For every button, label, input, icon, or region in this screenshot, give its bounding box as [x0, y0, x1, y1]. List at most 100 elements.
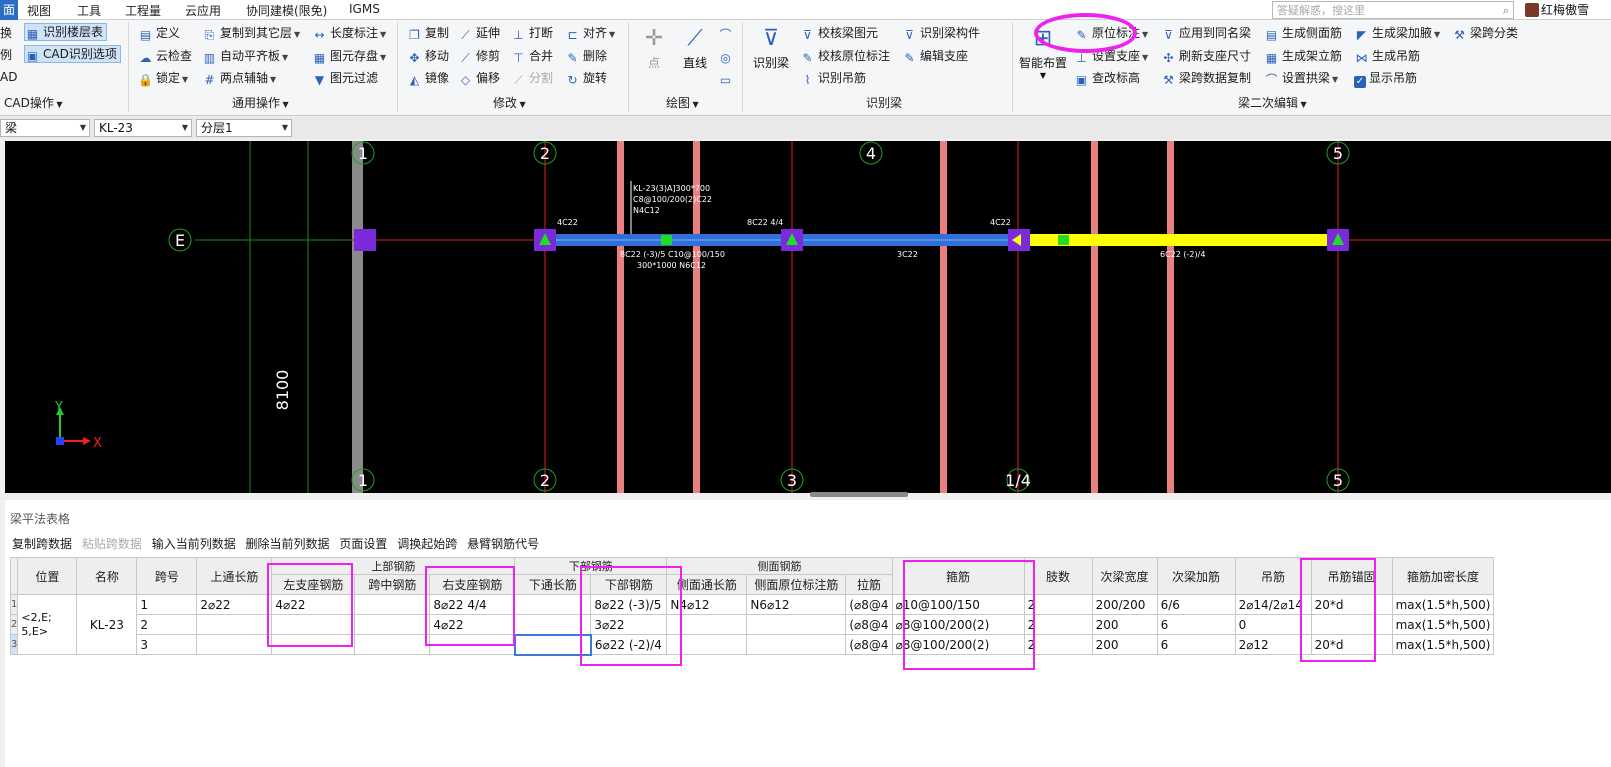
btn-extend[interactable]: ⟋ 延伸 [458, 24, 500, 42]
btn-scale[interactable]: 例 [0, 46, 12, 64]
btn-arc[interactable]: ⌒ [718, 24, 736, 42]
cell[interactable] [196, 634, 273, 655]
btn-recognize-beam[interactable]: ⊽ 识别梁 [752, 26, 790, 71]
col-header-mid-span[interactable]: 跨中钢筋 [354, 574, 431, 595]
btn-apply-same-name[interactable]: ⊽ 应用到同名梁 [1161, 24, 1251, 42]
cell[interactable]: max(1.5*h,500) [1391, 614, 1495, 635]
menu-item-tools[interactable]: 工具 [77, 2, 101, 19]
btn-split[interactable]: ⟋ 分割 [511, 69, 553, 87]
btn-switch[interactable]: 换 [0, 24, 12, 42]
btn-copy-to-layer[interactable]: ⎘ 复制到其它层 ▼ [202, 24, 300, 44]
menu-item-0[interactable]: 面 [0, 0, 19, 20]
cell[interactable] [354, 614, 431, 635]
cell[interactable]: 200 [1091, 614, 1158, 635]
btn-gen-hanger[interactable]: ⋈ 生成吊筋 [1354, 47, 1421, 65]
menu-item-igms[interactable]: IGMS [349, 2, 380, 16]
btn-recognize-hanger[interactable]: ⌇ 识别吊筋 [800, 69, 866, 87]
btn-lock[interactable]: 🔒 锁定 ▼ [138, 69, 188, 89]
btn-copy[interactable]: ❐ 复制 [407, 24, 449, 42]
cell[interactable]: (⌀8@4 [845, 594, 893, 615]
type-select[interactable]: 梁 ▼ [0, 119, 90, 137]
cell[interactable] [354, 634, 431, 655]
cell[interactable] [746, 634, 847, 655]
btn-point[interactable]: ✛ 点 [640, 26, 668, 71]
btn-copy-span-data[interactable]: ⚒ 梁跨数据复制 [1161, 69, 1251, 87]
col-header-span[interactable]: 跨号 [136, 557, 198, 595]
btn-recognize-beam-component[interactable]: ⊽ 识别梁构件 [902, 24, 980, 42]
table-row[interactable]: 1 <2,E; 5,E> KL-23 1 2⌀22 4⌀22 8⌀22 4/4 … [9, 594, 1495, 655]
cell[interactable]: max(1.5*h,500) [1391, 594, 1495, 615]
btn-input-column-data[interactable]: 输入当前列数据 [152, 537, 236, 551]
btn-circle[interactable]: ◎ [718, 47, 736, 65]
col-header-side-in-situ[interactable]: 侧面原位标注筋 [746, 574, 847, 595]
btn-trim[interactable]: ⟋ 修剪 [458, 47, 500, 65]
table-row[interactable]: 2 2 4⌀22 3⌀22 (⌀8@4 ⌀8@100/200(2) 2 200 … [9, 614, 1495, 635]
btn-refresh-support[interactable]: ✣ 刷新支座尺寸 [1161, 47, 1251, 65]
component-select[interactable]: KL-23 ▼ [94, 119, 192, 137]
cell[interactable]: 200/200 [1091, 594, 1158, 615]
btn-move[interactable]: ✥ 移动 [407, 47, 449, 65]
cell[interactable]: 6/6 [1156, 594, 1236, 615]
group-label-cad[interactable]: CAD操作 ▼ [4, 94, 63, 111]
group-label-modify[interactable]: 修改 ▼ [493, 94, 526, 111]
btn-mirror[interactable]: ◭ 镜像 [407, 69, 449, 87]
btn-rotate[interactable]: ↻ 旋转 [565, 69, 607, 87]
btn-save-element[interactable]: ▦ 图元存盘 ▼ [312, 47, 386, 67]
col-header-sec-width[interactable]: 次梁宽度 [1091, 557, 1158, 595]
search-icon[interactable]: ⌕ [1503, 3, 1509, 18]
cell-name[interactable]: KL-23 [76, 594, 138, 655]
drawing-canvas[interactable]: 1 2 4 5 1 2 3 1/4 5 E 8100 KL-23(3)A]300… [5, 141, 1611, 493]
btn-length-dim[interactable]: ↔ 长度标注 ▼ [312, 24, 386, 44]
btn-delete-column-data[interactable]: 删除当前列数据 [246, 537, 330, 551]
btn-offset[interactable]: ◇ 偏移 [458, 69, 500, 87]
layer-select[interactable]: 分层1 ▼ [196, 119, 292, 137]
cell[interactable]: (⌀8@4 [845, 614, 893, 635]
menu-item-view[interactable]: 视图 [27, 2, 51, 19]
btn-gen-erection-rebar[interactable]: ▦ 生成架立筋 [1264, 47, 1342, 65]
btn-edit-support[interactable]: ✎ 编辑支座 [902, 47, 968, 65]
btn-merge[interactable]: ⊤ 合并 [511, 47, 553, 65]
cell[interactable]: 6 [1156, 614, 1236, 635]
btn-check-in-situ[interactable]: ✎ 校核原位标注 [800, 47, 890, 65]
col-header-name[interactable]: 名称 [76, 557, 138, 595]
btn-two-point-axis[interactable]: # 两点辅轴 ▼ [202, 69, 276, 89]
cell[interactable]: (⌀8@4 [845, 634, 893, 655]
group-label-general[interactable]: 通用操作 ▼ [232, 94, 289, 111]
cell-position[interactable]: <2,E; 5,E> [17, 594, 78, 655]
cell[interactable]: max(1.5*h,500) [1391, 634, 1495, 655]
btn-cad[interactable]: AD [0, 68, 17, 86]
btn-auto-align-slab[interactable]: ▥ 自动平齐板 ▼ [202, 47, 288, 67]
btn-align[interactable]: ⊏ 对齐 ▼ [565, 24, 615, 44]
cell[interactable]: N6⌀12 [746, 594, 847, 615]
btn-break[interactable]: ⊥ 打断 [511, 24, 553, 42]
col-header-position[interactable]: 位置 [17, 557, 78, 595]
group-label-secondary[interactable]: 梁二次编辑 ▼ [1238, 94, 1307, 111]
btn-delete[interactable]: ✎ 删除 [565, 47, 607, 65]
btn-define[interactable]: ▤ 定义 [138, 24, 180, 42]
search-input[interactable]: 答疑解惑，搜这里 ⌕ [1272, 1, 1514, 19]
btn-cad-options[interactable]: ▣ CAD识别选项 [24, 45, 121, 63]
menu-item-quantity[interactable]: 工程量 [125, 2, 161, 19]
menu-item-collab[interactable]: 协同建模(限免) [246, 2, 327, 19]
col-header-top-through[interactable]: 上通长筋 [196, 557, 273, 595]
col-header-sec-add[interactable]: 次梁加筋 [1156, 557, 1236, 595]
btn-filter[interactable]: ▼ 图元过滤 [312, 69, 378, 87]
btn-line[interactable]: ⟋ 直线 [678, 26, 712, 71]
col-header-dense-length[interactable]: 箍筋加密长度 [1391, 557, 1495, 595]
cell[interactable]: 2⌀22 [196, 594, 273, 615]
btn-edit-elevation[interactable]: ▣ 查改标高 [1074, 69, 1140, 87]
btn-paste-span-data[interactable]: 粘贴跨数据 [82, 537, 142, 551]
cell[interactable]: 200 [1091, 634, 1158, 655]
btn-gen-haunch[interactable]: ◤ 生成梁加腋 ▼ [1354, 24, 1440, 44]
splitter-handle[interactable] [810, 492, 908, 497]
user-info[interactable]: 红梅傲雪 [1525, 1, 1589, 19]
cell[interactable]: 2 [136, 614, 198, 635]
group-label-draw[interactable]: 绘图 ▼ [666, 94, 699, 111]
cell[interactable] [354, 594, 431, 615]
btn-swap-start-span[interactable]: 调换起始跨 [397, 537, 457, 551]
cell[interactable] [746, 614, 847, 635]
cell[interactable]: 1 [136, 594, 198, 615]
btn-rect[interactable]: ▭ [718, 69, 736, 87]
btn-recognize-floor-table[interactable]: ▦ 识别楼层表 [24, 23, 108, 41]
col-header-tie[interactable]: 拉筋 [845, 574, 893, 595]
